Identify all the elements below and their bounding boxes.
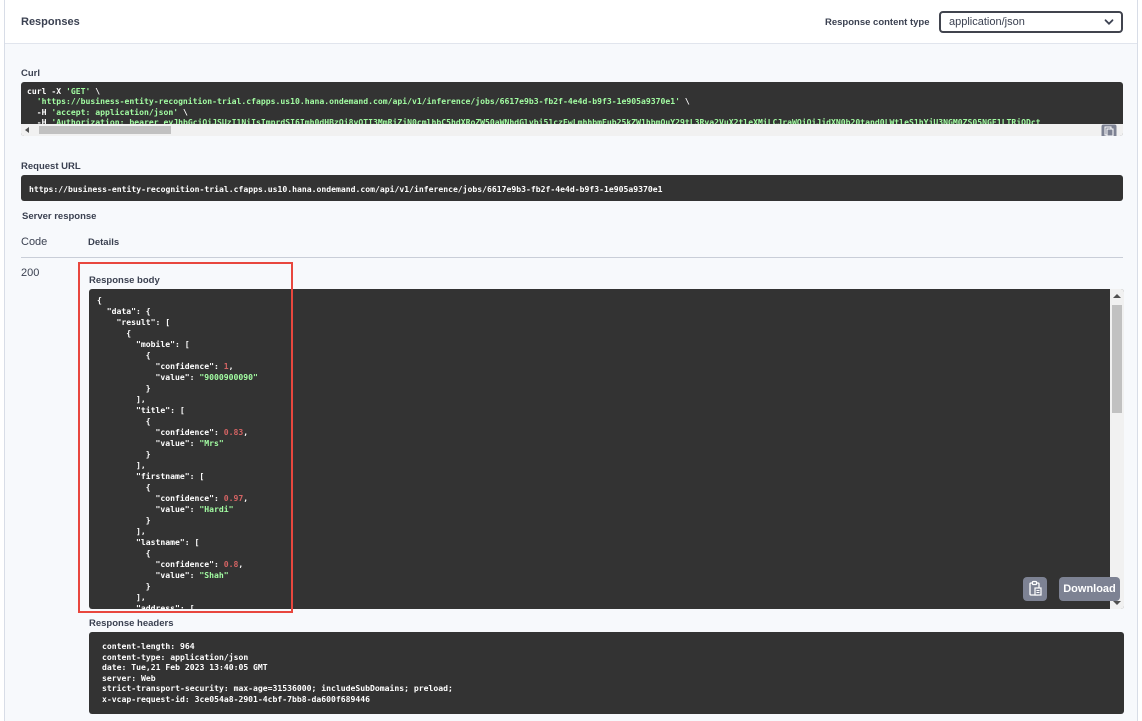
download-button[interactable]: Download xyxy=(1059,577,1120,601)
request-url-text: https://business-entity-recognition-tria… xyxy=(29,184,663,194)
responses-panel: Responses Response content type applicat… xyxy=(4,0,1138,721)
json-lastname-confidence: 0.8 xyxy=(223,559,239,569)
curl-line1-method: 'GET' xyxy=(65,86,91,96)
json-firstname-value: "Hardi" xyxy=(199,504,234,514)
response-status-code: 200 xyxy=(21,267,40,279)
header-line: content-length: 964 xyxy=(102,641,195,651)
content-type-select[interactable]: application/json xyxy=(939,11,1123,33)
responses-header: Responses Response content type applicat… xyxy=(5,0,1137,44)
request-url-label: Request URL xyxy=(21,161,81,172)
content-type-value: application/json xyxy=(949,16,1025,28)
curl-text: curl -X 'GET' \ 'https://business-entity… xyxy=(27,86,1041,128)
header-line: server: Web xyxy=(102,672,156,683)
response-headers-label: Response headers xyxy=(89,618,174,629)
json-title-confidence: 0.83 xyxy=(223,427,244,437)
json-key-address: address xyxy=(140,603,175,609)
curl-line3-value: 'accept: application/json' xyxy=(51,106,179,117)
curl-line1-cmd: curl -X xyxy=(27,86,66,96)
json-mobile-confidence: 1 xyxy=(223,361,229,371)
curl-line3-tail: \ xyxy=(178,106,188,117)
scroll-up-arrow-icon[interactable] xyxy=(1113,294,1121,298)
json-firstname-confidence: 0.97 xyxy=(223,493,244,503)
json-lastname-value: "Shah" xyxy=(199,570,229,580)
response-headers-text: content-length: 964 content-type: applic… xyxy=(102,641,453,705)
responses-title: Responses xyxy=(21,16,80,28)
response-body-vertical-scrollbar[interactable] xyxy=(1110,289,1124,609)
details-column-header: Details xyxy=(88,237,120,248)
json-title-value: "Mrs" xyxy=(199,438,224,448)
code-column-header: Code xyxy=(21,236,48,248)
curl-line1-tail: \ xyxy=(90,86,101,96)
copy-icon[interactable] xyxy=(1101,124,1117,136)
table-divider xyxy=(21,257,1123,258)
clipboard-icon xyxy=(1029,580,1042,596)
response-body-json: { "data": { "result": [ { "mobile": [ { … xyxy=(97,295,258,609)
header-line: x-vcap-request-id: 3ce054a8-2901-4cbf-7b… xyxy=(102,693,371,704)
json-key-mobile: mobile xyxy=(140,339,171,349)
curl-label: Curl xyxy=(21,68,40,79)
json-key-title: title xyxy=(140,405,166,415)
response-body-block[interactable]: { "data": { "result": [ { "mobile": [ { … xyxy=(89,289,1124,609)
curl-code-block[interactable]: curl -X 'GET' \ 'https://business-entity… xyxy=(21,82,1123,136)
chevron-down-icon xyxy=(1104,19,1114,25)
header-line: strict-transport-security: max-age=31536… xyxy=(102,683,453,694)
header-line: date: Tue,21 Feb 2023 13:40:05 GMT xyxy=(102,662,268,673)
response-headers-block[interactable]: content-length: 964 content-type: applic… xyxy=(89,632,1124,714)
curl-line2-tail: \ xyxy=(679,96,690,107)
server-response-label: Server response xyxy=(22,211,97,222)
response-body-scroll-thumb[interactable] xyxy=(1112,305,1122,413)
content-type-label: Response content type xyxy=(825,17,930,28)
json-key-lastname: lastname xyxy=(140,537,180,547)
curl-line3-flag: -H xyxy=(27,106,52,117)
curl-line2-url: 'https://business-entity-recognition-tri… xyxy=(36,96,680,107)
scroll-down-arrow-icon[interactable] xyxy=(1113,601,1121,605)
scroll-left-arrow-icon[interactable] xyxy=(25,127,29,133)
request-url-block[interactable]: https://business-entity-recognition-tria… xyxy=(21,175,1123,201)
curl-scroll-thumb[interactable] xyxy=(39,126,171,134)
header-line: content-type: application/json xyxy=(102,651,249,662)
copy-to-clipboard-button[interactable] xyxy=(1023,577,1047,601)
json-mobile-value: "9000900090" xyxy=(199,372,258,382)
response-body-label: Response body xyxy=(89,275,160,286)
json-key-firstname: firstname xyxy=(140,471,185,481)
curl-horizontal-scrollbar[interactable] xyxy=(21,124,1123,136)
